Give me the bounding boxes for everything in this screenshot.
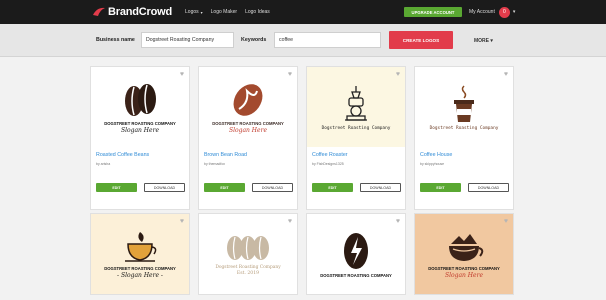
logo-card[interactable]: DOGSTREET ROASTING COMPANY ♥ <box>306 213 406 295</box>
logo-card[interactable]: DOGSTREET ROASTING COMPANY Slogan Here ♥… <box>198 66 298 210</box>
heart-icon[interactable]: ♥ <box>180 218 184 225</box>
slogan: Slogan Here <box>120 126 160 134</box>
logo-preview[interactable]: DOGSTREET ROASTING COMPANY Slogan Here ♥ <box>199 67 297 147</box>
nav-logos[interactable]: Logos ▾ <box>185 9 203 15</box>
logo-card[interactable]: Dogstreet Roasting Company ♥ Coffee Hous… <box>414 66 514 210</box>
coffee-bean-bolt-icon <box>344 232 368 269</box>
heart-icon[interactable]: ♥ <box>288 218 292 225</box>
heart-icon[interactable]: ♥ <box>288 71 292 78</box>
business-name-label: Business name <box>96 37 135 43</box>
design-title[interactable]: Brown Bean Road <box>204 152 292 158</box>
download-button[interactable]: DOWNLOAD <box>252 183 293 192</box>
slogan: Slogan Here <box>444 271 484 279</box>
account-badge: 0 <box>498 6 510 18</box>
designer-credit[interactable]: by FishDesigns1325 <box>312 162 400 166</box>
edit-button[interactable]: EDIT <box>420 183 461 192</box>
coffee-cup-mountain-icon <box>449 233 484 261</box>
logo-card[interactable]: DOGSTREET ROASTING COMPANY Slogan Here ♥… <box>90 66 190 210</box>
more-filters-toggle[interactable]: MORE ▾ <box>474 38 493 44</box>
slogan: Est. 2019 <box>236 270 260 276</box>
top-navigation-bar: BrandCrowd Logos ▾ Logo Maker Logo Ideas… <box>0 0 606 24</box>
logo-preview[interactable]: Dogstreet Roasting Company ♥ <box>415 67 513 147</box>
chevron-down-icon: ▾ <box>200 9 203 15</box>
my-account-label: My Account <box>469 9 495 15</box>
coffee-beans-icon <box>227 235 269 260</box>
logo-card[interactable]: DOGSTREET ROASTING COMPANY Slogan Here ♥ <box>414 213 514 295</box>
slogan: - Slogan Here - <box>117 271 163 279</box>
company-name: Dogstreet Roasting Company <box>429 125 499 131</box>
design-title[interactable]: Coffee House <box>420 152 508 158</box>
download-button[interactable]: DOWNLOAD <box>468 183 509 192</box>
company-name: DOGSTREET ROASTING COMPANY <box>320 272 392 278</box>
logo-preview[interactable]: DOGSTREET ROASTING COMPANY - Slogan Here… <box>91 214 189 294</box>
designer-credit[interactable]: by arisha <box>96 162 184 166</box>
edit-button[interactable]: EDIT <box>96 183 137 192</box>
chevron-down-icon: ▾ <box>512 9 516 15</box>
brand-name: BrandCrowd <box>108 6 173 18</box>
heart-icon[interactable]: ♥ <box>396 71 400 78</box>
logo-card[interactable]: Dogstreet Roasting Company ♥ Coffee Roas… <box>306 66 406 210</box>
download-button[interactable]: DOWNLOAD <box>360 183 401 192</box>
heart-icon[interactable]: ♥ <box>180 71 184 78</box>
heart-icon[interactable]: ♥ <box>396 218 400 225</box>
designer-credit[interactable]: by skippyhouse <box>420 162 508 166</box>
edit-button[interactable]: EDIT <box>204 183 245 192</box>
design-title[interactable]: Roasted Coffee Beans <box>96 152 184 158</box>
coffee-roaster-icon <box>345 85 367 121</box>
company-name: DOGSTREET ROASTING COMPANY <box>104 120 176 126</box>
logo-preview[interactable]: DOGSTREET ROASTING COMPANY ♥ <box>307 214 405 294</box>
brand-logo[interactable]: BrandCrowd <box>92 6 172 18</box>
company-name: DOGSTREET ROASTING COMPANY <box>212 120 284 126</box>
create-logos-button[interactable]: CREATE LOGOS <box>389 31 453 49</box>
edit-button[interactable]: EDIT <box>312 183 353 192</box>
logo-preview[interactable]: Dogstreet Roasting Company ♥ <box>307 67 405 147</box>
logo-card[interactable]: Dogstreet Roasting Company Est. 2019 ♥ <box>198 213 298 295</box>
heart-icon[interactable]: ♥ <box>504 71 508 78</box>
company-name: DOGSTREET ROASTING COMPANY <box>104 265 176 271</box>
design-title[interactable]: Coffee Roaster <box>312 152 400 158</box>
heart-icon[interactable]: ♥ <box>504 218 508 225</box>
download-button[interactable]: DOWNLOAD <box>144 183 185 192</box>
coffee-cup-icon <box>125 231 157 262</box>
logo-card[interactable]: DOGSTREET ROASTING COMPANY - Slogan Here… <box>90 213 190 295</box>
nav-logo-maker[interactable]: Logo Maker <box>211 9 237 15</box>
logo-preview[interactable]: Dogstreet Roasting Company Est. 2019 ♥ <box>199 214 297 294</box>
business-name-input[interactable]: Dogstreet Roasting Company <box>141 32 234 48</box>
company-name: Dogstreet Roasting Company <box>215 264 281 270</box>
keywords-label: Keywords <box>241 37 267 43</box>
coffee-bean-icon <box>233 83 263 116</box>
coffee-beans-icon <box>125 83 156 116</box>
logo-preview[interactable]: DOGSTREET ROASTING COMPANY Slogan Here ♥ <box>91 67 189 147</box>
nav-logo-ideas[interactable]: Logo Ideas <box>245 9 270 15</box>
slogan: Slogan Here <box>228 126 268 134</box>
coffee-cup-icon <box>454 84 474 122</box>
company-name: Dogstreet Roasting Company <box>321 125 391 131</box>
brand-swoosh-icon <box>93 7 105 16</box>
keywords-input[interactable]: coffee <box>274 32 381 48</box>
nav-logos-label: Logos <box>185 9 199 15</box>
my-account-menu[interactable]: My Account 0 ▾ <box>469 6 516 18</box>
designer-credit[interactable]: by themadfox <box>204 162 292 166</box>
company-name: DOGSTREET ROASTING COMPANY <box>428 265 500 271</box>
upgrade-account-button[interactable]: UPGRADE ACCOUNT <box>404 7 462 17</box>
logo-search-bar: Business name Dogstreet Roasting Company… <box>0 24 606 57</box>
main-nav: Logos ▾ Logo Maker Logo Ideas <box>185 9 270 15</box>
logo-preview[interactable]: DOGSTREET ROASTING COMPANY Slogan Here ♥ <box>415 214 513 294</box>
